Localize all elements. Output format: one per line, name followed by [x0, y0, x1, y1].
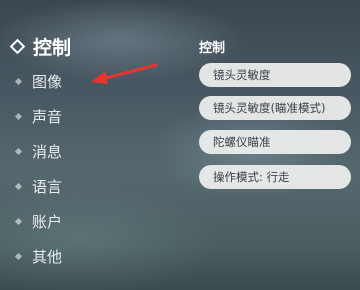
settings-sidebar: 控制 图像 声音 消息 语言 账户 其他 [0, 0, 170, 290]
sidebar-item-label: 消息 [32, 142, 63, 161]
option-label: 操作模式: 行走 [213, 170, 290, 184]
sidebar-item-controls[interactable]: 控制 [9, 34, 72, 59]
bullet-icon [14, 112, 23, 120]
sidebar-item-language[interactable]: 语言 [14, 174, 62, 198]
option-gyro-aiming[interactable]: 陀螺仪瞄准 [199, 130, 351, 154]
annotation-arrow-icon [91, 63, 158, 84]
bullet-icon [14, 217, 23, 225]
option-camera-sensitivity[interactable]: 镜头灵敏度 [199, 63, 351, 87]
sidebar-item-messages[interactable]: 消息 [14, 139, 62, 163]
option-label: 镜头灵敏度 [213, 68, 271, 82]
sidebar-item-label: 控制 [33, 36, 72, 59]
bullet-icon [14, 182, 23, 190]
sidebar-item-audio[interactable]: 声音 [14, 104, 62, 128]
option-label: 陀螺仪瞄准 [213, 135, 271, 149]
option-aim-camera-sensitivity[interactable]: 镜头灵敏度(瞄准模式) [199, 96, 351, 120]
sidebar-item-label: 声音 [32, 107, 63, 126]
selected-diamond-icon [9, 38, 26, 54]
sidebar-item-label: 账户 [32, 212, 63, 231]
sidebar-item-graphics[interactable]: 图像 [14, 69, 62, 93]
panel-title: 控制 [199, 41, 226, 56]
sidebar-item-other[interactable]: 其他 [14, 244, 62, 268]
option-label: 镜头灵敏度(瞄准模式) [213, 101, 326, 115]
bullet-icon [14, 147, 23, 155]
option-control-mode[interactable]: 操作模式: 行走 [199, 165, 351, 189]
bullet-icon [14, 77, 23, 85]
sidebar-item-label: 图像 [32, 72, 63, 91]
sidebar-item-label: 其他 [32, 247, 63, 266]
bullet-icon [14, 252, 23, 260]
sidebar-item-label: 语言 [32, 177, 63, 196]
sidebar-item-account[interactable]: 账户 [14, 209, 62, 233]
